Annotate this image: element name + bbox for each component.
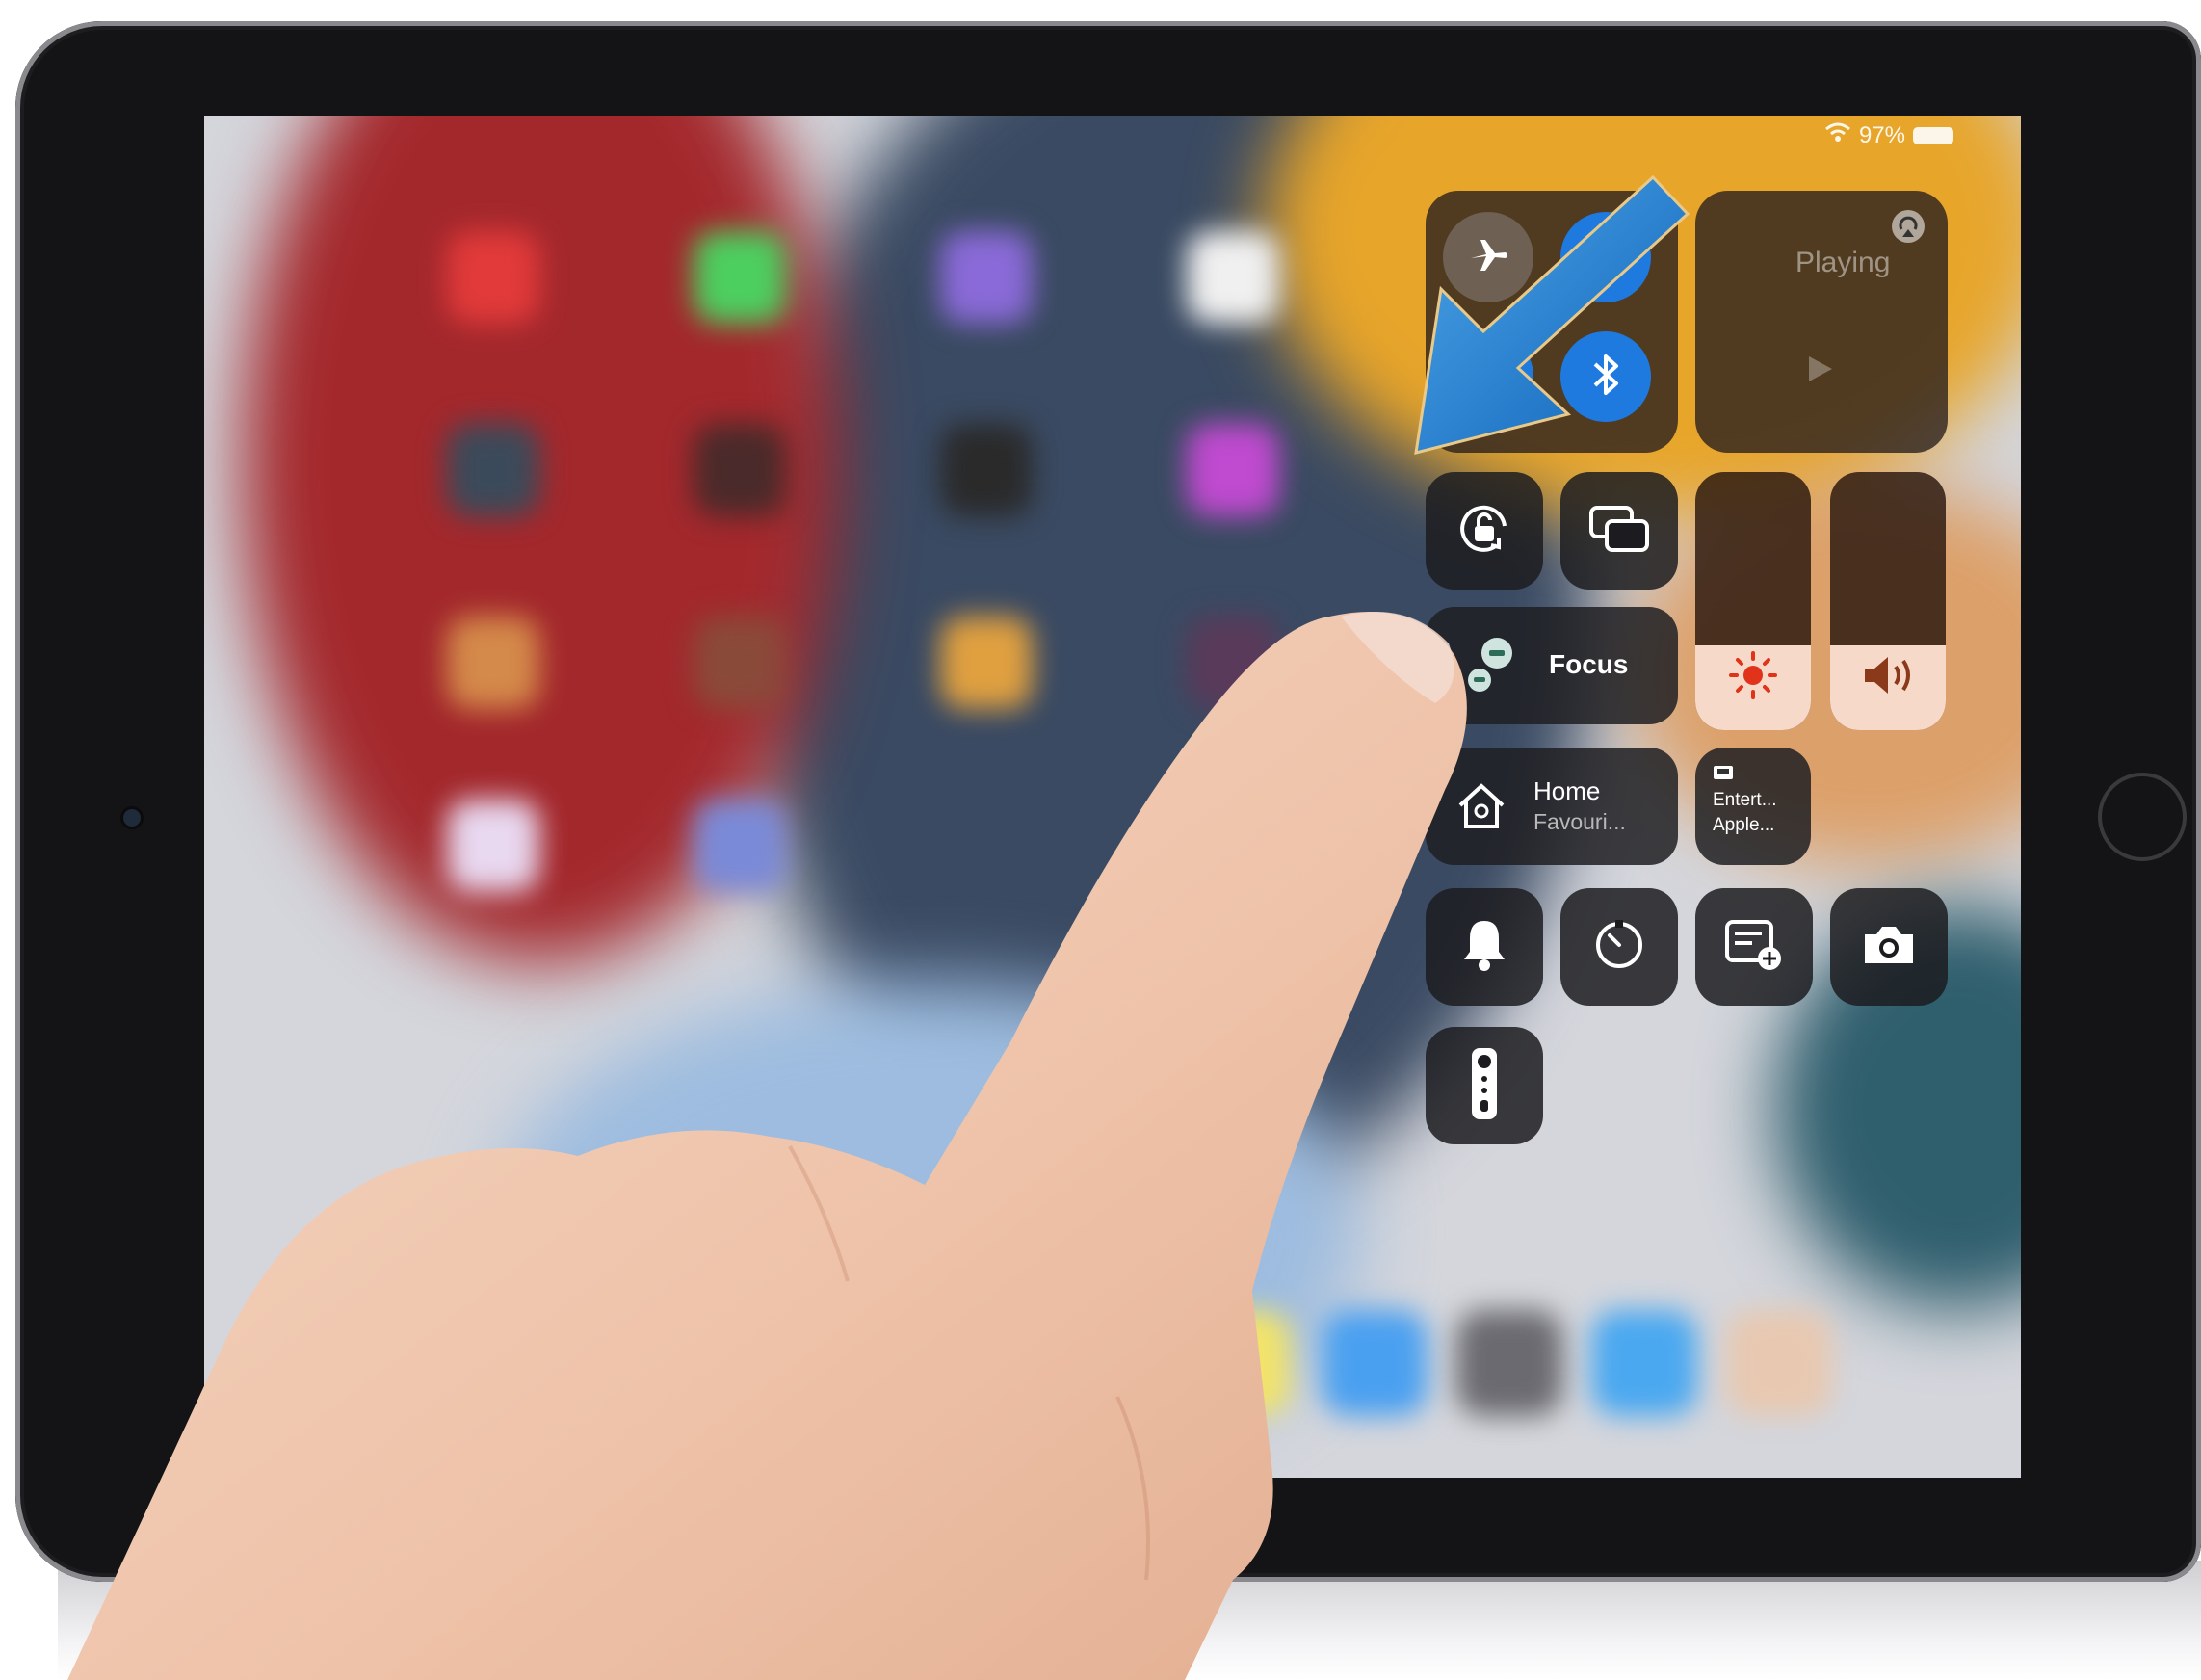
pointing-hand xyxy=(67,611,1467,1680)
